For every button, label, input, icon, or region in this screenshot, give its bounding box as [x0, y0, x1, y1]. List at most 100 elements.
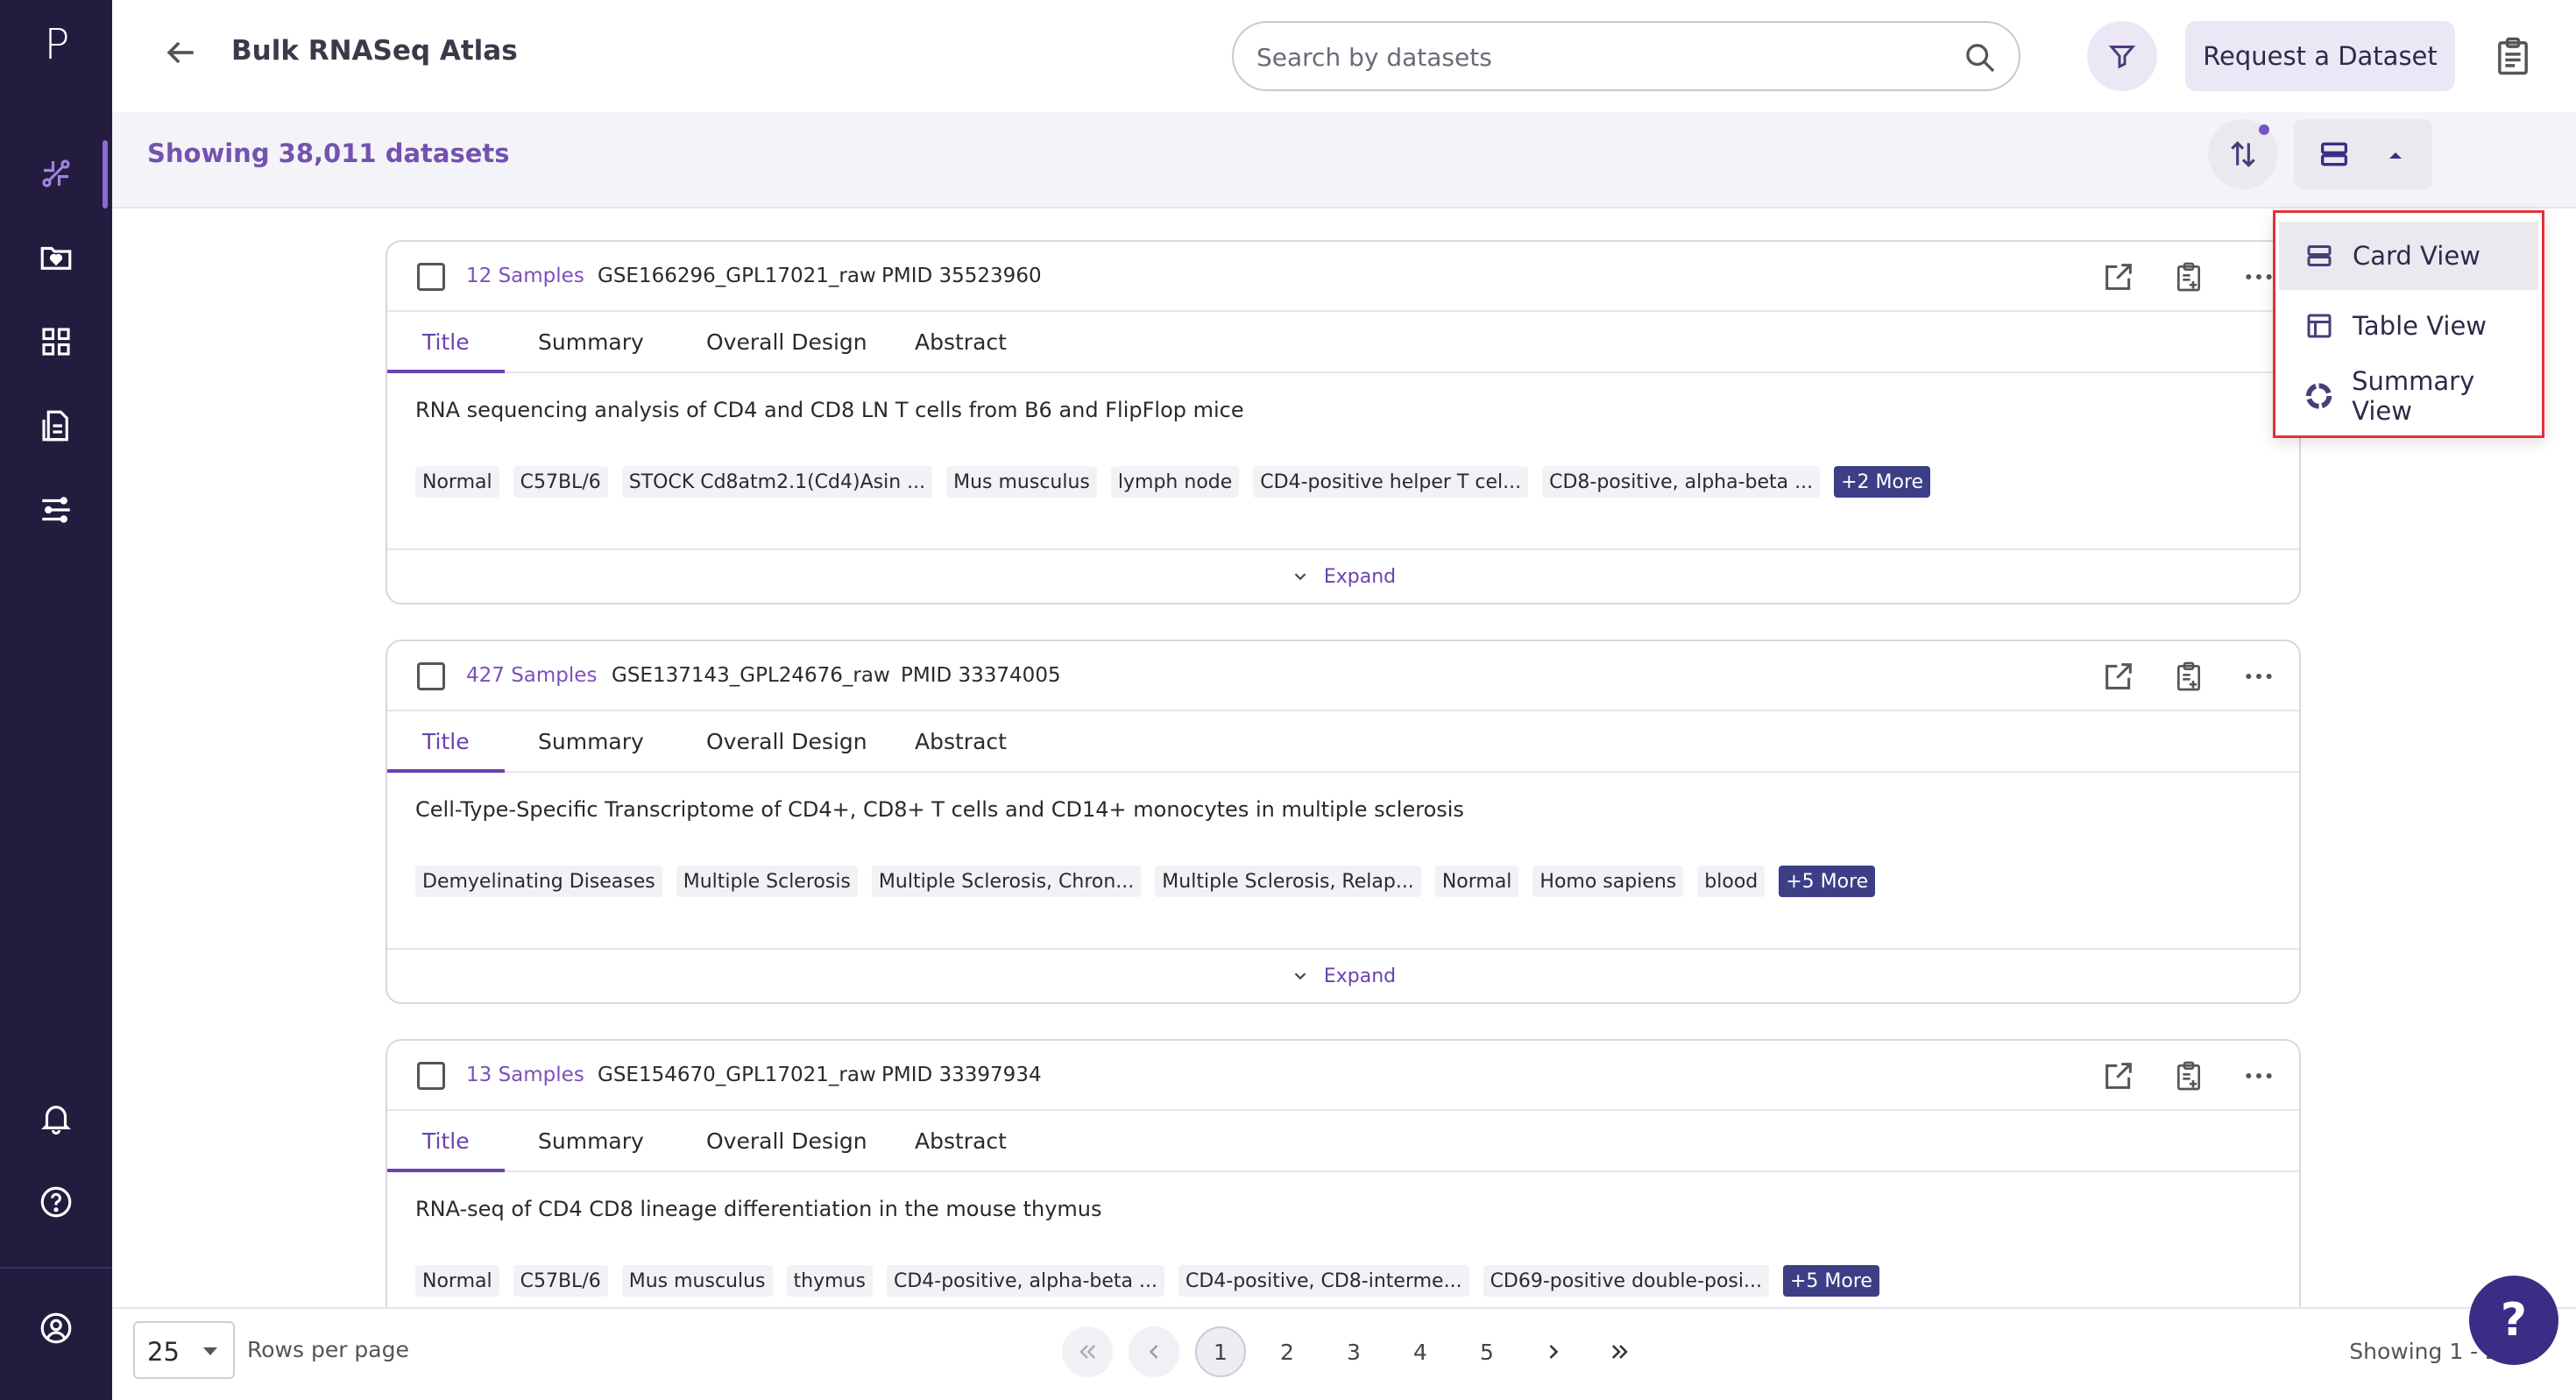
- chevron-down-icon: [1294, 573, 1306, 581]
- tab-summary[interactable]: Summary: [538, 1128, 644, 1154]
- more-options-icon[interactable]: [2241, 659, 2276, 694]
- tag-chip: C57BL/6: [513, 1265, 608, 1297]
- select-checkbox[interactable]: [417, 1062, 445, 1090]
- page-button[interactable]: 4: [1395, 1326, 1446, 1377]
- dataset-title: RNA sequencing analysis of CD4 and CD8 L…: [415, 398, 1244, 422]
- pagination-footer: 25 Rows per page 1 2 3 4 5 Showing 1 - 2…: [112, 1307, 2576, 1400]
- pipeline-icon[interactable]: [35, 489, 77, 531]
- sample-count-link[interactable]: 12 Samples: [466, 265, 584, 287]
- card-view-icon: [2307, 245, 2332, 266]
- dataset-card: 427 Samples GSE137143_GPL24676_raw PMID …: [386, 640, 2301, 1004]
- open-external-icon[interactable]: [2101, 659, 2136, 694]
- tag-chip: CD4-positive, alpha-beta ...: [886, 1265, 1164, 1297]
- add-to-clipboard-icon[interactable]: [2171, 659, 2206, 694]
- back-arrow-icon[interactable]: [161, 33, 200, 72]
- tag-chip: lymph node: [1110, 466, 1240, 498]
- more-tags-chip[interactable]: +5 More: [1782, 1265, 1879, 1297]
- dataset-title: Cell-Type-Specific Transcriptome of CD4+…: [415, 797, 1464, 822]
- header: Bulk RNASeq Atlas Request a Dataset: [112, 0, 2576, 112]
- more-tags-chip[interactable]: +2 More: [1834, 466, 1931, 498]
- tab-overall-design[interactable]: Overall Design: [706, 1128, 867, 1154]
- double-chevron-left-icon: [1079, 1345, 1095, 1359]
- tag-chip: CD8-positive, alpha-beta ...: [1542, 466, 1821, 498]
- dataset-id: GSE137143_GPL24676_raw: [612, 664, 890, 687]
- add-to-clipboard-icon[interactable]: [2171, 1058, 2206, 1093]
- tab-overall-design[interactable]: Overall Design: [706, 729, 867, 754]
- user-account-icon[interactable]: [35, 1307, 77, 1349]
- document-icon[interactable]: [35, 405, 77, 447]
- card-view-icon: [2321, 142, 2347, 166]
- expand-label: Expand: [1323, 965, 1397, 987]
- tab-title[interactable]: Title: [422, 1128, 470, 1154]
- select-checkbox[interactable]: [417, 263, 445, 291]
- more-tags-chip[interactable]: +5 More: [1779, 866, 1876, 897]
- open-external-icon[interactable]: [2101, 259, 2136, 294]
- discover-icon[interactable]: [35, 152, 77, 194]
- tag-chip: C57BL/6: [513, 466, 608, 498]
- tab-title[interactable]: Title: [422, 729, 470, 754]
- tab-title[interactable]: Title: [422, 329, 470, 355]
- page-button[interactable]: 5: [1461, 1326, 1512, 1377]
- tag-chip: Multiple Sclerosis, Relap...: [1155, 866, 1421, 897]
- rows-per-page-select[interactable]: 25: [133, 1321, 235, 1379]
- search-input[interactable]: [1256, 39, 1957, 75]
- tag-chip: Normal: [415, 1265, 499, 1297]
- tag-chip: thymus: [786, 1265, 873, 1297]
- help-button[interactable]: ?: [2469, 1276, 2558, 1365]
- app-logo[interactable]: P: [35, 23, 79, 67]
- prev-page-button[interactable]: [1129, 1326, 1179, 1377]
- first-page-button[interactable]: [1062, 1326, 1113, 1377]
- page-button[interactable]: 1: [1195, 1326, 1246, 1377]
- active-tab-underline: [387, 370, 505, 373]
- select-checkbox[interactable]: [417, 662, 445, 690]
- tab-summary[interactable]: Summary: [538, 329, 644, 355]
- header-divider: [112, 207, 2576, 209]
- active-indicator: [103, 140, 108, 209]
- tag-chip: Homo sapiens: [1532, 866, 1684, 897]
- help-circle-icon[interactable]: [35, 1181, 77, 1223]
- chevron-left-icon: [1149, 1345, 1158, 1359]
- more-options-icon[interactable]: [2241, 259, 2276, 294]
- open-external-icon[interactable]: [2101, 1058, 2136, 1093]
- summary-view-icon: [2305, 383, 2332, 409]
- tag-chip: Demyelinating Diseases: [415, 866, 662, 897]
- caret-up-icon: [2389, 152, 2402, 159]
- expand-button[interactable]: Expand: [387, 548, 2299, 603]
- menu-item-card-view[interactable]: Card View: [2279, 222, 2538, 290]
- last-page-button[interactable]: [1595, 1326, 1645, 1377]
- menu-item-table-view[interactable]: Table View: [2279, 292, 2538, 360]
- double-chevron-right-icon: [1611, 1345, 1628, 1359]
- tab-abstract[interactable]: Abstract: [915, 729, 1007, 754]
- caret-down-icon: [203, 1347, 217, 1355]
- request-dataset-button[interactable]: Request a Dataset: [2185, 21, 2455, 91]
- page-button[interactable]: 3: [1328, 1326, 1379, 1377]
- tab-summary[interactable]: Summary: [538, 729, 644, 754]
- expand-button[interactable]: Expand: [387, 948, 2299, 1002]
- search-icon[interactable]: [1963, 40, 1998, 75]
- clipboard-icon[interactable]: [2490, 33, 2536, 79]
- tab-abstract[interactable]: Abstract: [915, 329, 1007, 355]
- chevron-down-icon: [1294, 972, 1306, 980]
- filter-button[interactable]: [2087, 21, 2157, 91]
- bell-icon[interactable]: [35, 1097, 77, 1139]
- tag-list: Demyelinating Diseases Multiple Sclerosi…: [415, 866, 1876, 897]
- table-view-icon: [2307, 314, 2332, 338]
- tag-list: Normal C57BL/6 STOCK Cd8atm2.1(Cd4)Asin …: [415, 466, 1931, 498]
- next-page-button[interactable]: [1528, 1326, 1579, 1377]
- tab-abstract[interactable]: Abstract: [915, 1128, 1007, 1154]
- sample-count-link[interactable]: 427 Samples: [466, 664, 597, 687]
- favorites-folder-icon[interactable]: [35, 237, 77, 279]
- tag-chip: STOCK Cd8atm2.1(Cd4)Asin ...: [621, 466, 933, 498]
- page-button[interactable]: 2: [1262, 1326, 1313, 1377]
- tab-overall-design[interactable]: Overall Design: [706, 329, 867, 355]
- sort-active-dot: [2259, 124, 2269, 135]
- tag-chip: Multiple Sclerosis: [676, 866, 858, 897]
- menu-item-label: Card View: [2353, 241, 2480, 271]
- menu-item-summary-view[interactable]: Summary View: [2279, 362, 2538, 430]
- view-toggle-button[interactable]: [2294, 119, 2432, 189]
- apps-grid-icon[interactable]: [35, 321, 77, 363]
- active-tab-underline: [387, 769, 505, 773]
- add-to-clipboard-icon[interactable]: [2171, 259, 2206, 294]
- sample-count-link[interactable]: 13 Samples: [466, 1064, 584, 1086]
- more-options-icon[interactable]: [2241, 1058, 2276, 1093]
